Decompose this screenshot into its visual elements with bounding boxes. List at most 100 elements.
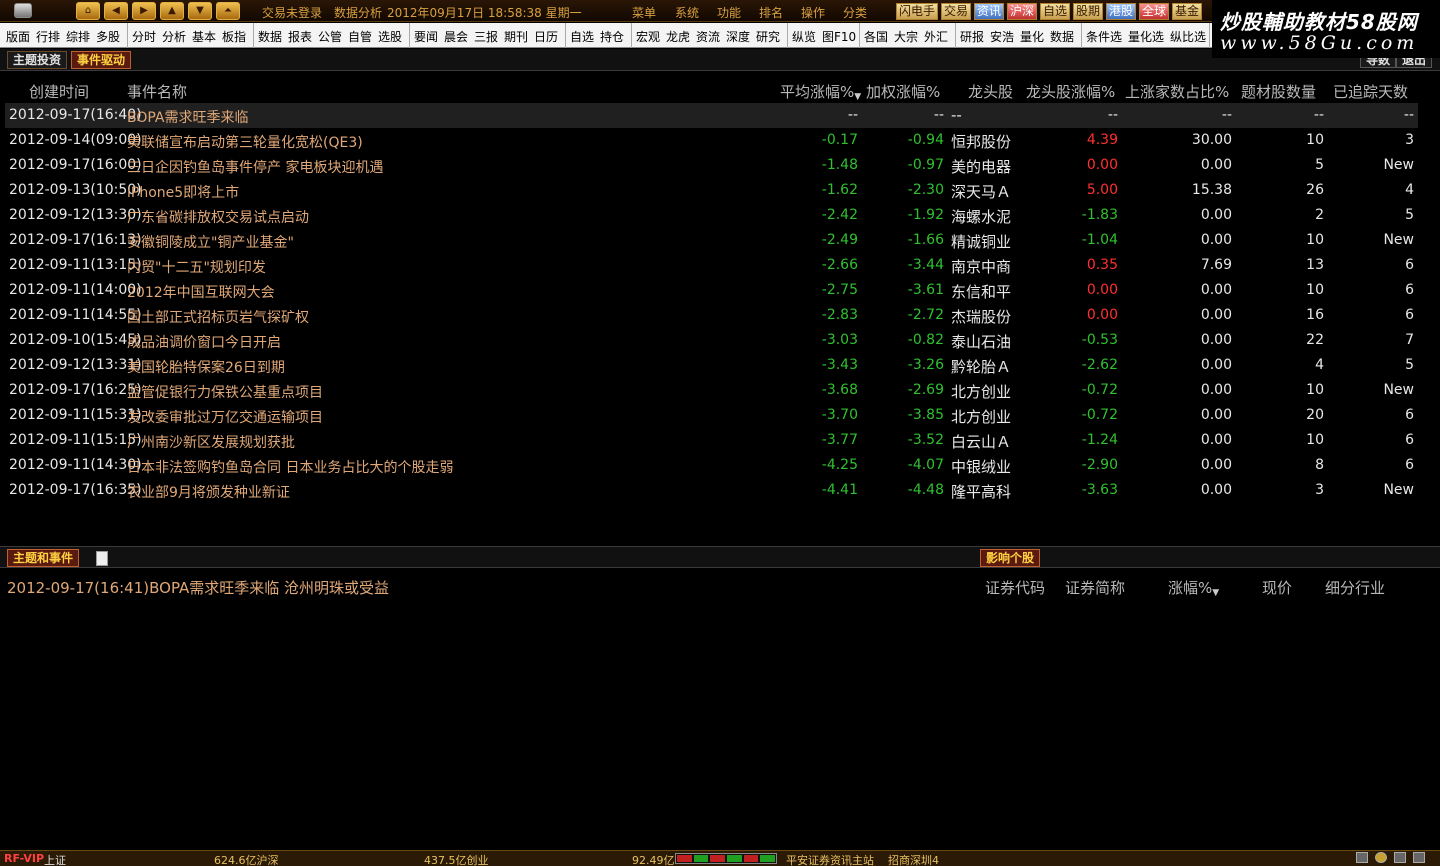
toolbar-item[interactable]: 选股 (378, 28, 402, 45)
settings-icon[interactable] (1394, 852, 1406, 863)
toolbar-item[interactable]: 宏观 (636, 28, 660, 45)
quick-news-button[interactable]: 资讯 (974, 3, 1005, 20)
table-row[interactable]: 2012-09-17(16:40) BOPA需求旺季来临 -- -- -- -- -- -- -… (5, 103, 1418, 128)
toolbar-item[interactable]: 自管 (348, 28, 372, 45)
col-leader-change[interactable]: 龙头股涨幅% (1026, 81, 1115, 102)
toolbar-item[interactable]: 报表 (288, 28, 312, 45)
toolbar-item[interactable]: 持仓 (600, 28, 624, 45)
col-stock-code[interactable]: 证券代码 (985, 577, 1045, 598)
toolbar-item[interactable]: 要闻 (414, 28, 438, 45)
toolbar-item[interactable]: 版面 (6, 28, 30, 45)
toolbar-item[interactable]: 基本 (192, 28, 216, 45)
tab-affected-stocks[interactable]: 影响个股 (980, 549, 1041, 567)
toolbar-item[interactable]: 图F10 (822, 28, 856, 45)
table-row[interactable]: 2012-09-17(16:25) 监管促银行力保铁公基重点项目 -3.68 -2.6… (5, 378, 1418, 403)
col-leader-stock[interactable]: 龙头股 (968, 81, 1013, 102)
table-row[interactable]: 2012-09-12(13:30) 广东省碳排放权交易试点启动 -2.42 -1.92… (5, 203, 1418, 228)
menu-function[interactable]: 功能 (717, 4, 741, 21)
toolbar-item[interactable]: 行排 (36, 28, 60, 45)
table-row[interactable]: 2012-09-11(14:00) 2012年中国互联网大会 -2.75 -3.61 0… (5, 278, 1418, 303)
up-icon[interactable]: ▲ (160, 2, 184, 20)
col-stock-name[interactable]: 证券简称 (1065, 577, 1125, 598)
quick-flash-button[interactable]: 闪电手 (896, 3, 939, 20)
toolbar-item[interactable]: 三报 (474, 28, 498, 45)
toolbar-item[interactable]: 板指 (222, 28, 246, 45)
table-row[interactable]: 2012-09-14(09:00) 美联储宣布启动第三轮量化宽松(QE3) -0.1… (5, 128, 1418, 153)
connection-server[interactable]: 招商深圳4 (888, 852, 939, 866)
toolbar-item[interactable]: 数据 (258, 28, 282, 45)
toolbar-item[interactable]: 各国 (864, 28, 888, 45)
toolbar-item[interactable]: 资流 (696, 28, 720, 45)
quick-watchlist-button[interactable]: 自选 (1040, 3, 1071, 20)
col-sub-industry[interactable]: 细分行业 (1325, 577, 1385, 598)
toolbar-item[interactable]: 数据 (1050, 28, 1074, 45)
quick-hk-button[interactable]: 港股 (1106, 3, 1137, 20)
down-icon[interactable]: ▼ (188, 2, 212, 20)
tab-theme-investment[interactable]: 主题投资 (7, 51, 68, 69)
col-stock-count[interactable]: 题材股数量 (1241, 81, 1316, 102)
table-row[interactable]: 2012-09-11(15:15) 广州南沙新区发展规划获批 -3.77 -3.52 -… (5, 428, 1418, 453)
toolbar-item[interactable]: 深度 (726, 28, 750, 45)
quick-hushen-button[interactable]: 沪深 (1007, 3, 1038, 20)
col-event-name[interactable]: 事件名称 (127, 81, 187, 102)
tab-theme-events[interactable]: 主题和事件 (7, 549, 80, 567)
toolbar-item[interactable]: 自选 (570, 28, 594, 45)
toolbar-item[interactable]: 条件选 (1086, 28, 1122, 45)
toolbar-item[interactable]: 日历 (534, 28, 558, 45)
quick-trade-button[interactable]: 交易 (941, 3, 972, 20)
col-stock-change[interactable]: 涨幅%▼ (1168, 577, 1219, 598)
quick-fund-button[interactable]: 基金 (1172, 3, 1203, 20)
col-avg-change[interactable]: 平均涨幅%▼ (780, 81, 861, 102)
table-row[interactable]: 2012-09-11(14:30) 日本非法签购钓鱼岛合同 日本业务占比大的个股走… (5, 453, 1418, 478)
toolbar-item[interactable]: 龙虎 (666, 28, 690, 45)
tab-event-driven[interactable]: 事件驱动 (71, 51, 132, 69)
toolbar-item[interactable]: 分时 (132, 28, 156, 45)
back-icon[interactable]: ◀ (104, 2, 128, 20)
table-row[interactable]: 2012-09-11(14:55) 国土部正式招标页岩气探矿权 -2.83 -2.72… (5, 303, 1418, 328)
document-icon[interactable] (96, 551, 108, 566)
event-news-item[interactable]: 2012-09-17(16:41)BOPA需求旺季来临 沧州明珠或受益 (7, 577, 389, 598)
forward-icon[interactable]: ▶ (132, 2, 156, 20)
table-row[interactable]: 2012-09-17(16:35) 农业部9月将颁发种业新证 -4.41 -4.48 -… (5, 478, 1418, 503)
menu-rank[interactable]: 排名 (759, 4, 783, 21)
toolbar-item[interactable]: 量化选 (1128, 28, 1164, 45)
mail-icon[interactable] (1356, 852, 1368, 863)
broker-server[interactable]: 平安证券资讯主站 (786, 852, 874, 866)
toolbar-item[interactable]: 外汇 (924, 28, 948, 45)
toolbar-item[interactable]: 研报 (960, 28, 984, 45)
toolbar-item[interactable]: 大宗 (894, 28, 918, 45)
table-row[interactable]: 2012-09-17(16:00) 三日企因钓鱼岛事件停产 家电板块迎机遇 -1.4… (5, 153, 1418, 178)
toolbar-item[interactable]: 纵比选 (1170, 28, 1206, 45)
table-row[interactable]: 2012-09-11(15:31) 发改委审批过万亿交通运输项目 -3.70 -3.8… (5, 403, 1418, 428)
toolbar-item[interactable]: 公管 (318, 28, 342, 45)
col-weighted-change[interactable]: 加权涨幅% (866, 81, 940, 102)
menu-system[interactable]: 系统 (675, 4, 699, 21)
toolbar-item[interactable]: 研究 (756, 28, 780, 45)
menu-main[interactable]: 菜单 (632, 4, 656, 21)
col-stock-price[interactable]: 现价 (1262, 577, 1292, 598)
toolbar-item[interactable]: 量化 (1020, 28, 1044, 45)
table-row[interactable]: 2012-09-12(13:31) 美国轮胎特保案26日到期 -3.43 -3.26 -… (5, 353, 1418, 378)
table-row[interactable]: 2012-09-13(10:50) iPhone5即将上市 -1.62 -2.30 5.… (5, 178, 1418, 203)
toolbar-item[interactable]: 期刊 (504, 28, 528, 45)
toolbar-item[interactable]: 安浩 (990, 28, 1014, 45)
table-row[interactable]: 2012-09-11(13:15) 内贸"十二五"规划印发 -2.66 -3.44 0.… (5, 253, 1418, 278)
col-create-time[interactable]: 创建时间 (29, 81, 89, 102)
help-icon[interactable] (1375, 852, 1387, 863)
table-row[interactable]: 2012-09-17(16:13) 安徽铜陵成立"铜产业基金" -2.49 -1.66… (5, 228, 1418, 253)
toolbar-item[interactable]: 分析 (162, 28, 186, 45)
quick-global-button[interactable]: 全球 (1139, 3, 1170, 20)
toolbar-item[interactable]: 综排 (66, 28, 90, 45)
toolbar-item[interactable]: 纵览 (792, 28, 816, 45)
menu-operate[interactable]: 操作 (801, 4, 825, 21)
toolbar-item[interactable]: 多股 (96, 28, 120, 45)
home-icon[interactable]: ⌂ (76, 2, 100, 20)
network-icon[interactable] (1413, 852, 1425, 863)
table-row[interactable]: 2012-09-10(15:45) 成品油调价窗口今日开启 -3.03 -0.82 -0… (5, 328, 1418, 353)
col-tracked-days[interactable]: 已追踪天数 (1333, 81, 1408, 102)
col-up-ratio[interactable]: 上涨家数占比% (1125, 81, 1229, 102)
menu-category[interactable]: 分类 (843, 4, 867, 21)
index-label[interactable]: 上证 (44, 852, 66, 866)
top-icon[interactable]: ⏶ (216, 2, 240, 20)
quick-futures-button[interactable]: 股期 (1073, 3, 1104, 20)
